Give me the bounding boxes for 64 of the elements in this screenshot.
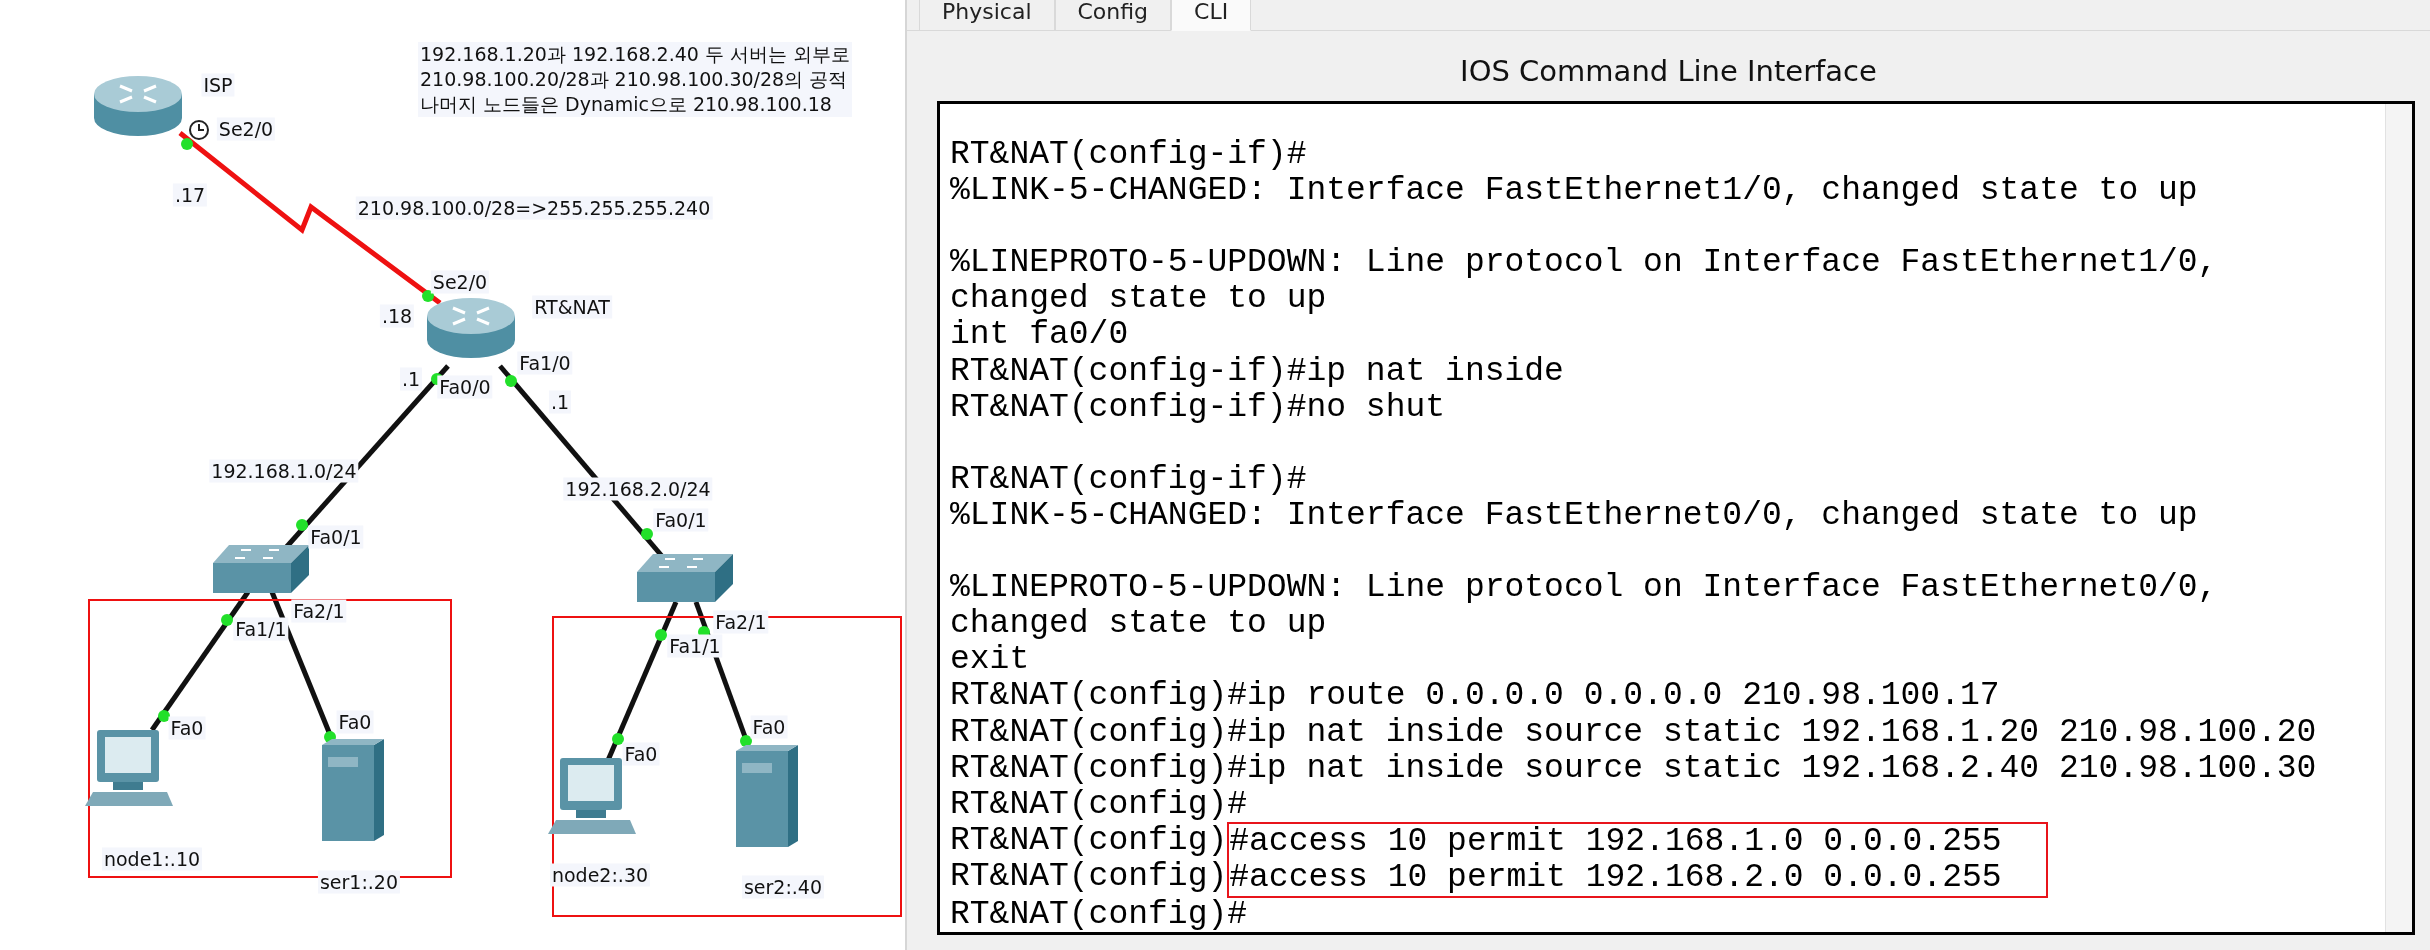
device-label: ser1:.20	[317, 870, 401, 894]
router-icon	[92, 74, 184, 138]
device-label: ISP	[201, 73, 235, 97]
switch-icon	[635, 552, 735, 604]
tab[interactable]: CLI	[1171, 0, 1252, 31]
diagram-label: Fa1/0	[517, 351, 573, 375]
diagram-label: Fa0	[750, 715, 788, 739]
panel-title: IOS Command Line Interface	[1459, 53, 1878, 90]
diagram-label: Fa0/0	[437, 375, 493, 399]
terminal-line: RT&NAT(config)#ip route 0.0.0.0 0.0.0.0 210.98.100.17	[950, 678, 2001, 715]
scrollbar[interactable]	[2385, 104, 2412, 932]
diagram-label: Fa0	[336, 710, 374, 734]
diagram-label: Fa0	[168, 716, 206, 740]
terminal-command: #access 10 permit 192.168.2.0 0.0.0.255	[1229, 859, 2002, 896]
terminal-line: RT&NAT(config-if)#ip nat inside	[950, 353, 1565, 390]
terminal-line: RT&NAT(config)#ip nat inside source static 192.168.2.40 210.98.100.30	[950, 750, 2318, 787]
terminal-line: %LINEPROTO-5-UPDOWN: Line protocol on Interface FastEthernet0/0,	[950, 570, 2219, 607]
terminal-line: %LINK-5-CHANGED: Interface FastEthernet1/0, changed state to up	[950, 173, 2199, 210]
diagram-label: Fa0	[622, 742, 660, 766]
tab[interactable]: Config	[1054, 0, 1172, 31]
diagram-label: Fa2/1	[291, 599, 347, 623]
terminal-line: exit	[950, 642, 1031, 679]
diagram-label: .1	[548, 390, 572, 414]
note-text: 나머지 노드들은 Dynamic으로 210.98.100.18	[418, 92, 852, 117]
server-icon	[320, 737, 386, 843]
diagram-label: 192.168.2.0/24	[563, 477, 713, 501]
server-icon	[734, 743, 800, 849]
diagram-label: 210.98.100.0/28=>255.255.255.240	[355, 196, 713, 220]
device-label: ser2:.40	[741, 875, 825, 899]
diagram-label: 192.168.1.0/24	[209, 459, 359, 483]
diagram-label: Fa2/1	[713, 610, 769, 634]
clock-icon	[188, 119, 210, 141]
terminal-line: RT&NAT(config-if)#	[950, 461, 1308, 498]
diagram-label: Se2/0	[430, 270, 490, 294]
terminal-line: RT&NAT(config-if)#no shut	[950, 389, 1447, 426]
diagram-label: Se2/0	[216, 117, 276, 141]
diagram-label: .17	[172, 183, 208, 207]
device-label: node2:.30	[549, 863, 651, 887]
device-label: RT&NAT	[532, 295, 612, 319]
switch-icon	[211, 543, 311, 595]
terminal-line: int fa0/0	[950, 317, 1130, 354]
terminal-line: RT&NAT(config)#ip nat inside source static 192.168.1.20 210.98.100.20	[950, 714, 2318, 751]
terminal-line: RT&NAT(config)#	[950, 786, 1249, 823]
diagram-label: .18	[379, 304, 415, 328]
terminal-prompt: RT&NAT(config)	[950, 822, 1228, 859]
router-icon	[425, 296, 517, 360]
diagram-label: Fa0/1	[653, 508, 709, 532]
device-label: node1:.10	[101, 847, 203, 871]
terminal[interactable]	[937, 101, 2415, 935]
note-text: 210.98.100.20/28과 210.98.100.30/28의 공적	[418, 67, 852, 92]
terminal-line: changed state to up	[950, 606, 1328, 643]
diagram-label: Fa1/1	[667, 634, 723, 658]
diagram-label: Fa0/1	[308, 525, 364, 549]
terminal-line: %LINEPROTO-5-UPDOWN: Line protocol on Interface FastEthernet1/0,	[950, 245, 2219, 282]
terminal-command: #access 10 permit 192.168.1.0 0.0.0.255	[1229, 823, 2002, 860]
terminal-line: RT&NAT(config)#	[950, 896, 1249, 934]
terminal-line: RT&NAT(config-if)#	[950, 137, 1308, 174]
terminal-line: %LINK-5-CHANGED: Interface FastEthernet0/0, changed state to up	[950, 497, 2199, 535]
diagram-label: .1	[399, 367, 423, 391]
terminal-line: changed state to up	[950, 281, 1328, 318]
diagram-label: Fa1/1	[233, 617, 289, 641]
note-text: 192.168.1.20과 192.168.2.40 두 서버는 외부로	[418, 42, 852, 67]
terminal-prompt: RT&NAT(config)	[950, 858, 1228, 895]
tab[interactable]: Physical	[919, 0, 1055, 31]
